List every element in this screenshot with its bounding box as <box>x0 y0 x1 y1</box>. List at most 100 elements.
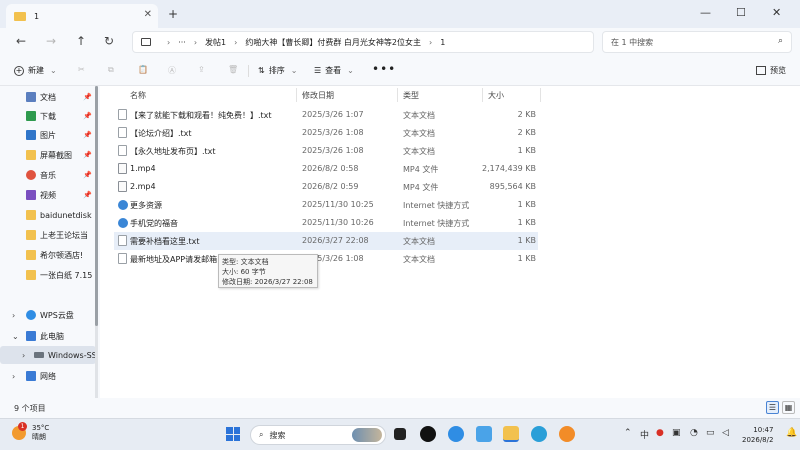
sidebar-item-wps-cloud[interactable]: › WPS云盘 <box>0 306 96 324</box>
sidebar-item-windows-ssd[interactable]: › Windows-SSD <box>0 346 96 364</box>
app-orange-icon[interactable] <box>559 426 575 442</box>
share-icon[interactable]: ⇪ <box>198 65 205 74</box>
system-clock[interactable]: 10:47 2026/8/2 <box>742 425 773 445</box>
breadcrumb-more-icon[interactable]: ··· <box>178 38 186 47</box>
sidebar-item-pictures[interactable]: 图片 📌 <box>0 126 96 144</box>
rename-icon[interactable]: Ⓐ <box>168 65 176 76</box>
sidebar-item-folder[interactable]: 希尔顿酒店! <box>0 246 96 264</box>
tab-current[interactable]: 1 ✕ <box>6 4 158 28</box>
edge-icon[interactable] <box>531 426 547 442</box>
more-options-button[interactable]: ••• <box>372 62 396 76</box>
clock-date: 2026/8/2 <box>742 436 774 444</box>
sidebar-item-videos[interactable]: 视频 📌 <box>0 186 96 204</box>
folder-icon <box>26 150 36 160</box>
tab-close-icon[interactable]: ✕ <box>144 9 152 20</box>
table-row[interactable]: 手机党的福音 2025/11/30 10:26 Internet 快捷方式 1 … <box>114 214 538 232</box>
new-tab-button[interactable]: + <box>168 7 178 21</box>
wifi-icon[interactable]: ◔ <box>690 428 698 438</box>
taskbar-search[interactable]: ⌕ 搜索 <box>250 425 386 445</box>
column-header-size[interactable]: 大小 <box>488 90 504 101</box>
sort-button[interactable]: ⇅ 排序 ⌄ <box>258 65 297 76</box>
column-header-name[interactable]: 名称 <box>130 90 146 101</box>
chevron-right-icon[interactable]: › <box>22 351 25 360</box>
cloud-icon <box>26 310 36 320</box>
file-type: 文本文档 <box>403 129 435 138</box>
sidebar-item-documents[interactable]: 文档 📌 <box>0 88 96 106</box>
sidebar-scrollbar[interactable] <box>95 86 98 398</box>
maximize-button[interactable]: ☐ <box>736 6 746 19</box>
chevron-right-icon[interactable]: › <box>12 311 15 320</box>
browser-icon[interactable] <box>448 426 464 442</box>
column-header-date[interactable]: 修改日期 <box>302 90 334 101</box>
toolbar-divider <box>248 65 249 77</box>
close-window-button[interactable]: ✕ <box>772 6 781 19</box>
table-row[interactable]: 1.mp4 2026/8/2 0:58 MP4 文件 2,174,439 KB <box>114 160 538 178</box>
address-bar[interactable]: › ··· › 发帖1 › 约啪大神【曹长卿】付费群 白月光女神等2位女主 › … <box>132 31 594 53</box>
file-name: 手机党的福音 <box>130 219 178 228</box>
breadcrumb-item[interactable]: 发帖1 <box>205 37 226 48</box>
table-row[interactable]: 【论坛介绍】.txt 2025/3/26 1:08 文本文档 2 KB <box>114 124 538 142</box>
start-button[interactable] <box>226 427 240 441</box>
file-list: 名称 修改日期 类型 大小 【来了就能下载和观看！纯免费！】.txt 2025/… <box>100 86 800 398</box>
column-divider[interactable] <box>540 88 541 102</box>
sidebar-item-music[interactable]: 音乐 📌 <box>0 166 96 184</box>
preview-button[interactable]: 预览 <box>756 65 786 76</box>
tab-title: 1 <box>34 11 40 21</box>
sidebar-item-screenshots[interactable]: 屏幕截图 📌 <box>0 146 96 164</box>
sidebar-item-downloads[interactable]: 下载 📌 <box>0 107 96 125</box>
table-row[interactable]: 更多资源 2025/11/30 10:25 Internet 快捷方式 1 KB <box>114 196 538 214</box>
command-bar: + 新建 ⌄ ✂ ⧉ 📋 Ⓐ ⇪ 🗑 ⇅ 排序 ⌄ ☰ 查看 ⌄ ••• 预览 <box>0 56 800 86</box>
ime-language[interactable]: 中 <box>640 428 649 441</box>
windows-logo-icon <box>226 427 233 434</box>
new-button[interactable]: + 新建 ⌄ <box>14 65 57 76</box>
app-icon[interactable] <box>476 426 492 442</box>
breadcrumb-item[interactable]: 1 <box>440 38 445 47</box>
search-placeholder: 在 1 中搜索 <box>611 37 654 47</box>
column-divider[interactable] <box>296 88 297 102</box>
volume-icon[interactable]: ◁ <box>722 428 729 438</box>
sidebar-item-network[interactable]: › 网络 <box>0 367 96 385</box>
sidebar-item-baidunetdisk[interactable]: baidunetdisk <box>0 206 96 224</box>
column-header-type[interactable]: 类型 <box>403 90 419 101</box>
tray-app-icon[interactable]: ▣ <box>672 428 681 438</box>
chevron-right-icon[interactable]: › <box>12 372 15 381</box>
sidebar-item-folder[interactable]: 一张白纸 7.15 <box>0 266 96 284</box>
tiles-view-icon[interactable]: ▦ <box>782 401 795 414</box>
scrollbar-thumb[interactable] <box>95 86 98 326</box>
sidebar-item-folder[interactable]: 上老王论坛当 <box>0 226 96 244</box>
chevron-up-icon[interactable]: ⌃ <box>624 428 632 438</box>
minimize-button[interactable]: — <box>700 6 711 19</box>
cut-icon[interactable]: ✂ <box>78 65 85 74</box>
search-input[interactable]: 在 1 中搜索 ⌕ <box>602 31 792 53</box>
view-button[interactable]: ☰ 查看 ⌄ <box>314 65 354 76</box>
sidebar-item-this-pc[interactable]: ⌄ 此电脑 <box>0 327 96 345</box>
delete-icon[interactable]: 🗑 <box>228 65 238 74</box>
paste-icon[interactable]: 📋 <box>138 65 148 74</box>
copy-icon[interactable]: ⧉ <box>108 65 114 75</box>
up-button[interactable]: ↑ <box>76 34 86 48</box>
battery-icon[interactable]: ▭ <box>706 428 715 438</box>
back-button[interactable]: ← <box>16 34 26 48</box>
file-explorer-icon[interactable] <box>503 426 519 442</box>
tab-bar: 1 ✕ + — ☐ ✕ <box>0 0 800 28</box>
weather-widget[interactable]: 1 35°C 晴朗 <box>12 422 49 442</box>
drive-icon <box>34 352 44 358</box>
table-row[interactable]: 【来了就能下载和观看！纯免费！】.txt 2025/3/26 1:07 文本文档… <box>114 106 538 124</box>
forward-button[interactable]: → <box>46 34 56 48</box>
search-icon: ⌕ <box>259 430 264 439</box>
task-view-icon[interactable] <box>394 428 406 440</box>
notification-bell-icon[interactable]: 🔔 <box>786 428 797 438</box>
breadcrumb-item[interactable]: 约啪大神【曹长卿】付费群 白月光女神等2位女主 <box>245 37 421 48</box>
table-row[interactable]: 【永久地址发布页】.txt 2025/3/26 1:08 文本文档 1 KB <box>114 142 538 160</box>
qq-icon[interactable] <box>420 426 436 442</box>
table-row[interactable]: 需要补档看这里.txt 2026/3/27 22:08 文本文档 1 KB <box>114 232 538 250</box>
column-divider[interactable] <box>482 88 483 102</box>
refresh-button[interactable]: ↻ <box>104 34 114 48</box>
table-row[interactable]: 2.mp4 2026/8/2 0:59 MP4 文件 895,564 KB <box>114 178 538 196</box>
chevron-down-icon[interactable]: ⌄ <box>12 332 19 341</box>
column-divider[interactable] <box>397 88 398 102</box>
navigation-bar: ← → ↑ ↻ › ··· › 发帖1 › 约啪大神【曹长卿】付费群 白月光女神… <box>0 28 800 56</box>
table-row[interactable]: 最新地址及APP请发邮箱自动获取 2025/3/26 1:08 文本文档 1 K… <box>114 250 538 268</box>
tray-app-icon[interactable]: ● <box>656 428 664 438</box>
details-view-icon[interactable]: ☰ <box>766 401 779 414</box>
